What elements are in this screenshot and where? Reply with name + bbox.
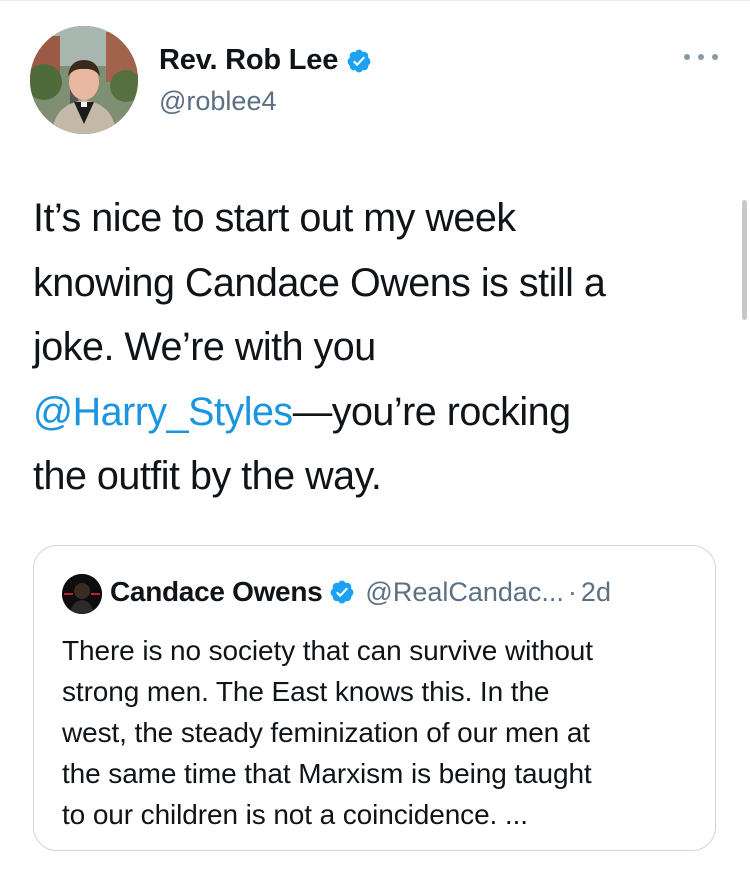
quoted-line: to our children is not a coincidence. ..… [62,799,528,830]
tweet-line: joke. We’re with you [33,325,376,369]
quoted-tweet-card[interactable]: Candace Owens @RealCandac... · 2d There … [33,545,716,851]
more-options-icon[interactable] [684,50,718,64]
top-divider [0,0,750,1]
scrollbar[interactable] [742,200,747,320]
author-avatar-image [30,26,138,134]
verified-badge-icon [331,580,354,604]
tweet-line: —you’re rocking [292,389,571,434]
quoted-line: There is no society that can survive wit… [62,635,593,666]
quoted-author-avatar[interactable] [62,574,102,614]
more-dot [684,54,690,60]
tweet-line: knowing Candace Owens is still a [33,260,606,305]
separator-dot: · [567,576,577,607]
mention-link[interactable]: @Harry_Styles [33,390,293,434]
quoted-line: west, the steady feminization of our men… [62,717,590,748]
quoted-tweet-text: There is no society that can survive wit… [62,630,702,835]
quoted-author-handle[interactable]: @RealCandac... [365,577,564,608]
author-display-name[interactable]: Rev. Rob Lee [159,44,338,77]
author-avatar[interactable] [30,26,138,134]
tweet-line: the outfit by the way. [33,454,382,498]
quoted-line: the same time that Marxism is being taug… [62,758,592,789]
quoted-author-name[interactable]: Candace Owens [110,576,323,608]
tweet-text: It’s nice to start out my week knowing Ca… [33,186,713,509]
author-handle[interactable]: @roblee4 [159,86,276,117]
quoted-line: strong men. The East knows this. In the [62,676,550,707]
quoted-timestamp[interactable]: 2d [581,577,611,608]
more-dot [698,54,704,60]
tweet-line: It’s nice to start out my week [33,196,516,240]
quoted-header: Candace Owens @RealCandac... · 2d [110,576,611,608]
quoted-avatar-image [62,574,102,614]
verified-badge-icon [347,49,371,72]
author-name-row: Rev. Rob Lee [159,44,372,77]
more-dot [712,54,718,60]
